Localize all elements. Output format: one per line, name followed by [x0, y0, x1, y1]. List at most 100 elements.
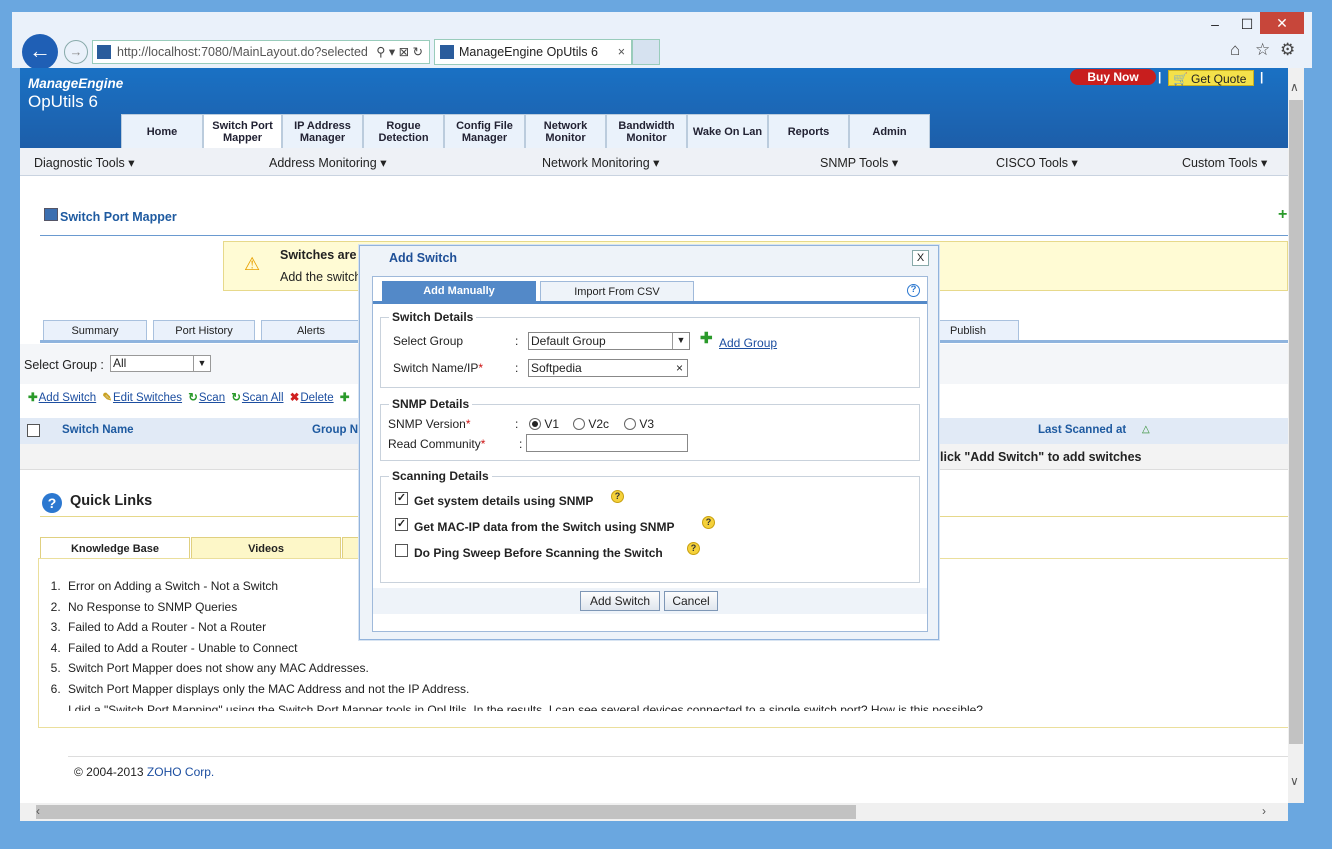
- tab-admin[interactable]: Admin: [849, 114, 930, 148]
- tab-knowledge-base[interactable]: Knowledge Base: [40, 537, 190, 559]
- favorites-star-icon[interactable]: ☆: [1255, 40, 1270, 60]
- kb-link[interactable]: Switch Port Mapper does not show any MAC…: [68, 661, 369, 675]
- submenu-custom-tools[interactable]: Custom Tools ▾: [1182, 155, 1267, 170]
- tab-add-manually[interactable]: Add Manually: [382, 281, 536, 302]
- submenu-diagnostic-tools[interactable]: Diagnostic Tools ▾: [34, 155, 135, 170]
- kb-link[interactable]: Switch Port Mapper displays only the MAC…: [68, 682, 469, 696]
- ping-sweep-checkbox[interactable]: [395, 544, 408, 557]
- column-switch-name[interactable]: Switch Name: [62, 424, 134, 436]
- scroll-up-icon[interactable]: ∧: [1290, 80, 1299, 94]
- scan-all-link[interactable]: Scan All: [242, 392, 284, 404]
- group-select[interactable]: All ▼: [110, 355, 211, 372]
- tab-close-icon[interactable]: ×: [618, 40, 625, 64]
- column-last-scanned[interactable]: Last Scanned at: [1038, 424, 1126, 436]
- switch-name-input[interactable]: Softpedia ×: [528, 359, 688, 377]
- forward-icon[interactable]: →: [64, 40, 88, 64]
- chevron-down-icon: ▾: [891, 156, 899, 170]
- submenu-label: Diagnostic Tools: [34, 156, 125, 170]
- submenu-network-monitoring[interactable]: Network Monitoring ▾: [542, 155, 659, 170]
- radio-v1[interactable]: V1: [529, 417, 559, 431]
- cancel-button[interactable]: Cancel: [664, 591, 718, 611]
- get-quote-button[interactable]: 🛒 Get Quote: [1168, 70, 1254, 86]
- radio-v3[interactable]: V3: [624, 417, 654, 431]
- tab-reports[interactable]: Reports: [768, 114, 849, 148]
- add-plus-icon[interactable]: +: [1278, 206, 1287, 224]
- site-favicon-icon: [97, 45, 111, 59]
- tab-switch-port-mapper[interactable]: Switch Port Mapper: [203, 114, 282, 148]
- back-icon[interactable]: ←: [22, 34, 58, 70]
- help-icon[interactable]: ?: [702, 516, 715, 529]
- tabs-divider: [373, 301, 927, 304]
- dialog-close-button[interactable]: X: [912, 250, 929, 266]
- kb-link[interactable]: No Response to SNMP Queries: [68, 600, 237, 614]
- tab-videos[interactable]: Videos: [191, 537, 341, 559]
- list-item[interactable]: Switch Port Mapper does not show any MAC…: [64, 658, 983, 679]
- delete-icon: ✖: [289, 392, 300, 404]
- settings-gear-icon[interactable]: ⚙: [1280, 40, 1295, 60]
- zoho-link[interactable]: ZOHO Corp.: [147, 765, 214, 779]
- edit-switches-link[interactable]: Edit Switches: [113, 392, 182, 404]
- tab-config-file-manager[interactable]: Config File Manager: [444, 114, 525, 148]
- mac-ip-checkbox[interactable]: ✓: [395, 518, 408, 531]
- tab-home[interactable]: Home: [121, 114, 203, 148]
- tab-import-csv[interactable]: Import From CSV: [540, 281, 694, 302]
- horizontal-scroll-thumb[interactable]: [36, 805, 856, 819]
- add-switch-link[interactable]: Add Switch: [39, 392, 97, 404]
- clear-icon[interactable]: ×: [676, 360, 683, 376]
- required-marker: *: [465, 417, 471, 431]
- list-item[interactable]: I did a "Switch Port Mapping" using the …: [64, 700, 983, 711]
- tab-port-history[interactable]: Port History: [153, 320, 255, 341]
- required-marker: *: [478, 361, 484, 375]
- address-bar[interactable]: http://localhost:7080/MainLayout.do?sele…: [92, 40, 430, 64]
- kb-link[interactable]: Error on Adding a Switch - Not a Switch: [68, 579, 278, 593]
- help-icon[interactable]: ?: [611, 490, 624, 503]
- scan-link[interactable]: Scan: [199, 392, 225, 404]
- kb-link[interactable]: I did a "Switch Port Mapping" using the …: [68, 703, 983, 711]
- list-item[interactable]: Failed to Add a Router - Unable to Conne…: [64, 638, 983, 659]
- radio-button[interactable]: [573, 418, 585, 430]
- select-all-checkbox[interactable]: [27, 424, 40, 437]
- tab-ip-address-manager[interactable]: IP Address Manager: [282, 114, 363, 148]
- window-close-button[interactable]: ✕: [1260, 12, 1304, 34]
- header-separator: |: [1158, 70, 1162, 84]
- home-icon[interactable]: ⌂: [1230, 40, 1240, 60]
- group-select-value: All: [113, 356, 127, 370]
- help-icon[interactable]: ?: [907, 284, 920, 297]
- radio-button[interactable]: [529, 418, 541, 430]
- column-group-name[interactable]: Group Na: [312, 424, 364, 436]
- tab-alerts[interactable]: Alerts: [261, 320, 361, 341]
- tab-wake-on-lan[interactable]: Wake On Lan: [687, 114, 768, 148]
- help-icon[interactable]: ?: [687, 542, 700, 555]
- scroll-right-icon[interactable]: ›: [1262, 804, 1266, 818]
- delete-link[interactable]: Delete: [300, 392, 333, 404]
- list-item[interactable]: Switch Port Mapper displays only the MAC…: [64, 679, 983, 700]
- tab-bandwidth-monitor[interactable]: Bandwidth Monitor: [606, 114, 687, 148]
- minimize-button[interactable]: –: [1200, 14, 1230, 36]
- empty-table-message: lick "Add Switch" to add switches: [940, 450, 1142, 464]
- kb-link[interactable]: Failed to Add a Router - Unable to Conne…: [68, 641, 297, 655]
- submenu-cisco-tools[interactable]: CISCO Tools ▾: [996, 155, 1078, 170]
- buy-now-button[interactable]: Buy Now: [1070, 69, 1156, 85]
- add-switch-button[interactable]: Add Switch: [580, 591, 660, 611]
- browser-tab[interactable]: ManageEngine OpUtils 6 ×: [434, 39, 632, 65]
- system-details-checkbox[interactable]: ✓: [395, 492, 408, 505]
- add-group-link[interactable]: Add Group: [719, 336, 777, 350]
- vertical-scroll-thumb[interactable]: [1289, 100, 1303, 744]
- group-select[interactable]: Default Group ▼: [528, 332, 690, 350]
- scroll-left-icon[interactable]: ‹: [36, 804, 40, 818]
- sort-asc-icon[interactable]: △: [1142, 424, 1150, 435]
- address-controls-icon[interactable]: ⚲ ▾ ⊠ ↻: [376, 41, 423, 63]
- tab-summary[interactable]: Summary: [43, 320, 147, 341]
- maximize-button[interactable]: ☐: [1232, 14, 1262, 36]
- tab-rogue-detection[interactable]: Rogue Detection: [363, 114, 444, 148]
- scroll-down-icon[interactable]: ∨: [1290, 774, 1299, 788]
- read-community-input[interactable]: [526, 434, 688, 452]
- new-tab-button[interactable]: [632, 39, 660, 65]
- kb-link[interactable]: Failed to Add a Router - Not a Router: [68, 620, 266, 634]
- tab-network-monitor[interactable]: Network Monitor: [525, 114, 606, 148]
- add-group-icon[interactable]: ✚: [700, 329, 713, 347]
- submenu-snmp-tools[interactable]: SNMP Tools ▾: [820, 155, 898, 170]
- radio-button[interactable]: [624, 418, 636, 430]
- submenu-address-monitoring[interactable]: Address Monitoring ▾: [269, 155, 386, 170]
- radio-v2c[interactable]: V2c: [573, 417, 609, 431]
